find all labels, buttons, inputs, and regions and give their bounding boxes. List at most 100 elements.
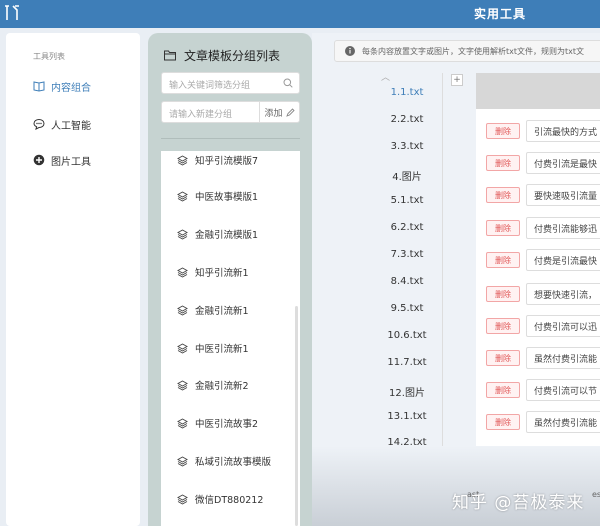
file-item[interactable]: 13.1.txt <box>372 411 442 422</box>
group-item[interactable]: 中医故事模版1 <box>177 188 258 204</box>
group-item-label: 知乎引流新1 <box>195 268 249 279</box>
tools-sidebar: 工具列表 内容组合 人工智能 图片工具 <box>6 33 140 526</box>
notice-text: 每条内容放置文字或图片，文字使用解析txt文件，规则为txt文 <box>362 46 585 56</box>
content-row: 删除 要快速吸引流量 <box>476 179 600 211</box>
layers-icon <box>177 190 188 202</box>
group-item[interactable]: 微信DT880212 <box>177 491 263 507</box>
content-text-field[interactable]: 付费引流可以迅 <box>526 315 600 337</box>
group-item[interactable]: 金融引流模版1 <box>177 226 258 242</box>
sidebar-item-image-tools[interactable]: 图片工具 <box>33 151 91 169</box>
app-title: 实用工具 <box>473 7 526 21</box>
group-item[interactable]: 中医引流新1 <box>177 340 249 356</box>
sidebar-item-ai[interactable]: 人工智能 <box>33 115 91 133</box>
folder-icon <box>164 50 176 61</box>
add-group-button[interactable]: 添加 <box>259 102 299 122</box>
column-divider <box>442 73 443 465</box>
delete-button[interactable]: 删除 <box>486 155 520 171</box>
panel-title-text: 文章模板分组列表 <box>184 49 281 63</box>
content-row: 删除 虽然付费引流能 <box>476 342 600 374</box>
bottom-fade: ast esk <box>312 446 600 526</box>
group-item-label: 微信DT880212 <box>195 495 264 506</box>
new-group-input[interactable] <box>162 105 258 125</box>
panel-title: 文章模板分组列表 <box>164 47 280 64</box>
layers-icon <box>177 304 188 316</box>
sidebar-item-content-combo[interactable]: 内容组合 <box>33 77 91 95</box>
content-text-field[interactable]: 虽然付费引流能 <box>526 347 600 369</box>
group-item-label: 金融引流新2 <box>195 381 249 392</box>
delete-button[interactable]: 删除 <box>486 252 520 268</box>
watermark: 知乎 @苔极泰来 <box>452 493 585 513</box>
group-list-scrollbar[interactable] <box>295 306 298 526</box>
info-icon <box>345 46 355 56</box>
group-item-label: 中医引流故事2 <box>195 419 259 430</box>
group-item-label: 私域引流故事模版 <box>195 457 272 468</box>
file-item[interactable]: 10.6.txt <box>372 330 442 341</box>
file-item[interactable]: 9.5.txt <box>372 303 442 314</box>
content-rows: 删除 引流最快的方式 删除 付费引流是最快 删除 要快速吸引流量 删除 付费引流… <box>476 73 600 465</box>
layers-icon <box>177 266 188 278</box>
file-item[interactable]: 5.1.txt <box>372 195 442 206</box>
file-item[interactable]: 7.3.txt <box>372 249 442 260</box>
layers-icon <box>177 154 188 166</box>
group-search-field <box>161 72 300 96</box>
add-file-button[interactable]: + <box>451 74 463 86</box>
panel-divider <box>161 138 300 139</box>
file-item[interactable]: 11.7.txt <box>372 357 442 368</box>
content-text-field[interactable]: 要快速吸引流量 <box>526 184 600 206</box>
content-text-field[interactable]: 付费引流能够迅 <box>526 217 600 239</box>
new-group-field: 添加 <box>161 101 300 125</box>
layers-icon <box>177 342 188 354</box>
sidebar-group-title: 工具列表 <box>33 52 65 61</box>
content-text-field[interactable]: 引流最快的方式 <box>526 120 600 142</box>
delete-button[interactable]: 删除 <box>486 220 520 236</box>
content-text-field[interactable]: 付费引流是最快 <box>526 152 600 174</box>
delete-button[interactable]: 删除 <box>486 350 520 366</box>
group-list: 知乎引流模版7 中医故事模版1 金融引流模版1 知乎引流新1 金融引流新1 中医… <box>161 151 300 526</box>
file-item[interactable]: 2.2.txt <box>372 114 442 125</box>
file-item[interactable]: 8.4.txt <box>372 276 442 287</box>
file-item[interactable]: 1.1.txt <box>372 87 442 98</box>
group-item[interactable]: 金融引流新1 <box>177 302 249 318</box>
delete-button[interactable]: 删除 <box>486 286 520 302</box>
chat-bubble-icon <box>33 118 45 130</box>
delete-button[interactable]: 删除 <box>486 414 520 430</box>
sidebar-item-label: 内容组合 <box>51 82 91 94</box>
file-item[interactable]: 12.图片 <box>372 384 442 399</box>
group-item[interactable]: 中医引流故事2 <box>177 415 258 431</box>
content-row: 删除 引流最快的方式 <box>476 115 600 147</box>
delete-button[interactable]: 删除 <box>486 382 520 398</box>
delete-button[interactable]: 删除 <box>486 187 520 203</box>
group-item[interactable]: 知乎引流新1 <box>177 264 249 280</box>
group-item-label: 中医引流新1 <box>195 344 249 355</box>
file-item[interactable]: 4.图片 <box>372 168 442 183</box>
group-search-input[interactable] <box>162 76 280 96</box>
layers-icon <box>177 493 188 505</box>
delete-button[interactable]: 删除 <box>486 123 520 139</box>
delete-button[interactable]: 删除 <box>486 318 520 334</box>
group-item[interactable]: 私域引流故事模版 <box>177 453 271 469</box>
plus-circle-icon <box>33 154 45 166</box>
layers-icon <box>177 455 188 467</box>
content-text-field[interactable]: 想要快速引流， <box>526 283 600 305</box>
group-item-label: 中医故事模版1 <box>195 192 259 203</box>
content-row: 删除 付费引流能够迅 <box>476 212 600 244</box>
group-item[interactable]: 知乎引流模版7 <box>177 152 258 168</box>
app-header: 实用工具 <box>0 0 600 28</box>
content-text-field[interactable]: 付费是引流最快 <box>526 249 600 271</box>
info-notice: 每条内容放置文字或图片，文字使用解析txt文件，规则为txt文 <box>334 40 600 62</box>
content-row: 删除 付费是引流最快 <box>476 244 600 276</box>
content-row: 删除 付费引流是最快 <box>476 147 600 179</box>
group-item[interactable]: 金融引流新2 <box>177 377 249 393</box>
file-item[interactable]: 3.3.txt <box>372 141 442 152</box>
file-item[interactable]: 6.2.txt <box>372 222 442 233</box>
file-list: 1.1.txt 2.2.txt 3.3.txt 4.图片 5.1.txt 6.2… <box>372 75 442 465</box>
layers-icon <box>177 228 188 240</box>
content-text-field[interactable]: 付费引流可以节 <box>526 379 600 401</box>
content-text-field[interactable]: 虽然付费引流能 <box>526 411 600 433</box>
template-groups-panel: 文章模板分组列表 添加 知乎引流模版7 中医故事模版1 金融引流模版1 知乎引流… <box>148 33 312 526</box>
add-group-label: 添加 <box>264 108 283 119</box>
search-icon[interactable] <box>283 78 293 88</box>
layers-icon <box>177 379 188 391</box>
group-item-label: 金融引流新1 <box>195 306 249 317</box>
footer-fragment: esk <box>592 490 600 499</box>
